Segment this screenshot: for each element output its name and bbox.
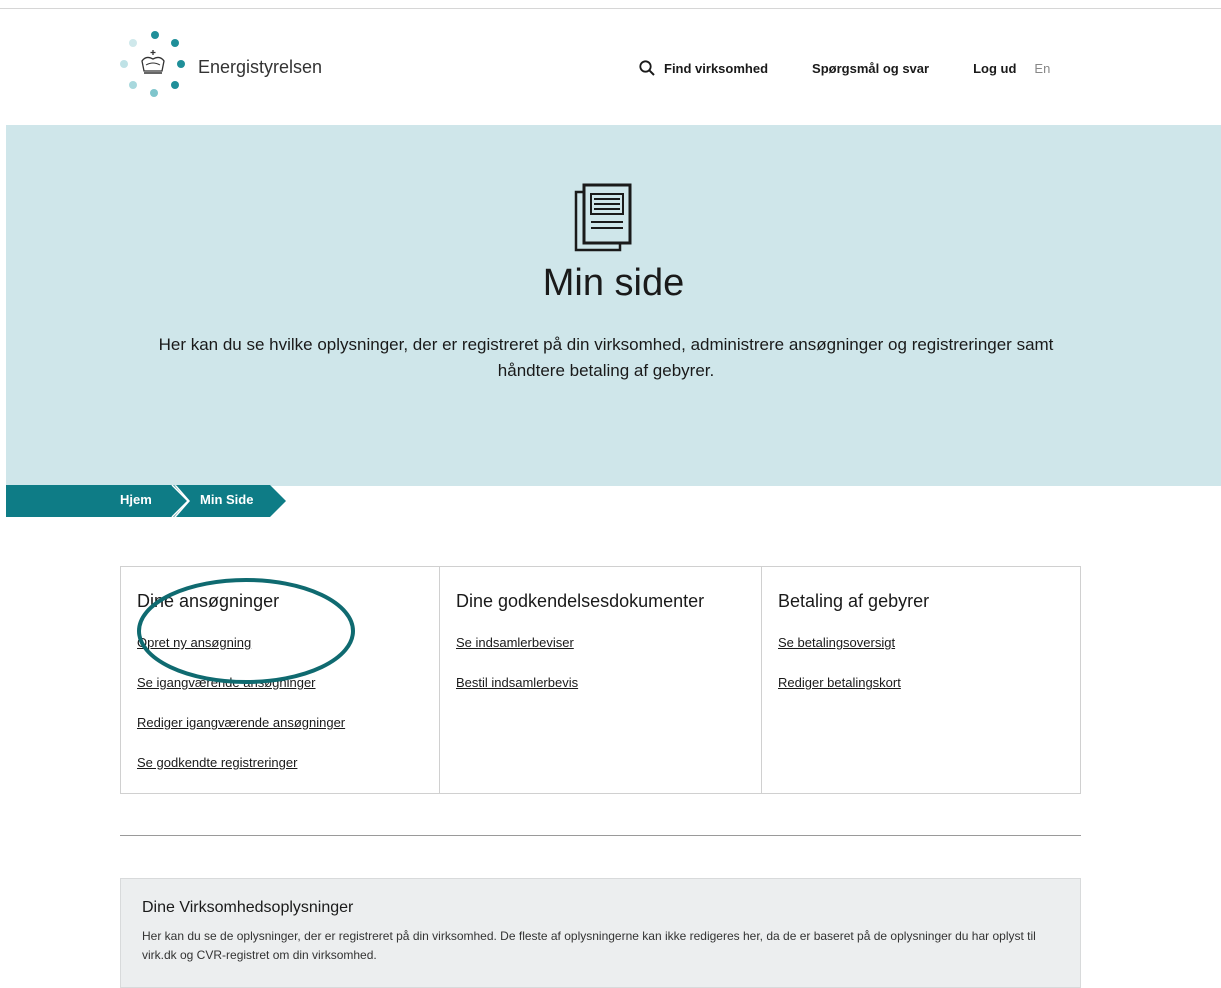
find-company-link[interactable]: Find virksomhed <box>638 59 768 77</box>
language-toggle[interactable]: En <box>1034 61 1050 76</box>
section-divider <box>120 835 1081 836</box>
breadcrumb-home[interactable]: Hjem <box>120 492 152 507</box>
brand-name: Energistyrelsen <box>198 56 323 77</box>
approval-documents-title: Dine godkendelsesdokumenter <box>456 591 705 611</box>
search-icon <box>639 60 655 76</box>
faq-link[interactable]: Spørgsmål og svar <box>812 61 929 76</box>
language-label: En <box>1034 60 1051 76</box>
crown-logo-icon <box>118 29 188 105</box>
breadcrumb: Hjem Min Side <box>6 485 296 517</box>
document-stack-icon <box>574 183 632 252</box>
approved-registrations-link[interactable]: Se godkendte registreringer <box>137 754 423 772</box>
main-nav: Find virksomhed Spørgsmål og svar Log ud… <box>638 59 1050 77</box>
breadcrumb-current: Min Side <box>200 492 254 507</box>
company-info-text: Her kan du se de oplysninger, der er reg… <box>142 929 1036 962</box>
logout-label: Log ud <box>973 60 1017 76</box>
company-info-title: Dine Virksomhedsoplysninger <box>142 899 354 916</box>
logo[interactable]: Energistyrelsen <box>118 27 338 107</box>
order-collector-certificate-link[interactable]: Bestil indsamlerbevis <box>456 674 745 692</box>
applications-card: Dine ansøgninger Opret ny ansøgning Se i… <box>121 567 440 793</box>
action-cards: Dine ansøgninger Opret ny ansøgning Se i… <box>120 566 1081 794</box>
edit-payment-card-link[interactable]: Rediger betalingskort <box>778 674 1064 692</box>
create-application-link[interactable]: Opret ny ansøgning <box>137 634 423 652</box>
applications-title: Dine ansøgninger <box>137 591 280 611</box>
company-info-box: Dine Virksomhedsoplysninger Her kan du s… <box>120 878 1081 988</box>
faq-label: Spørgsmål og svar <box>812 60 930 76</box>
page-title: Min side <box>542 262 685 304</box>
find-company-label: Find virksomhed <box>664 60 769 76</box>
page-intro: Her kan du se hvilke oplysninger, der er… <box>158 335 1054 380</box>
approval-documents-card: Dine godkendelsesdokumenter Se indsamler… <box>440 567 762 793</box>
site-header: Energistyrelsen Find virksomhed Spørgsmå… <box>0 9 1221 125</box>
fee-payment-card: Betaling af gebyrer Se betalingsoversigt… <box>762 567 1080 793</box>
logout-link[interactable]: Log ud <box>973 61 1016 76</box>
hero-banner: Min side Her kan du se hvilke oplysninge… <box>6 125 1221 486</box>
ongoing-applications-link[interactable]: Se igangværende ansøgninger <box>137 674 423 692</box>
fee-payment-title: Betaling af gebyrer <box>778 591 930 611</box>
payment-overview-link[interactable]: Se betalingsoversigt <box>778 634 1064 652</box>
view-collector-certificates-link[interactable]: Se indsamlerbeviser <box>456 634 745 652</box>
edit-ongoing-applications-link[interactable]: Rediger igangværende ansøgninger <box>137 714 423 732</box>
